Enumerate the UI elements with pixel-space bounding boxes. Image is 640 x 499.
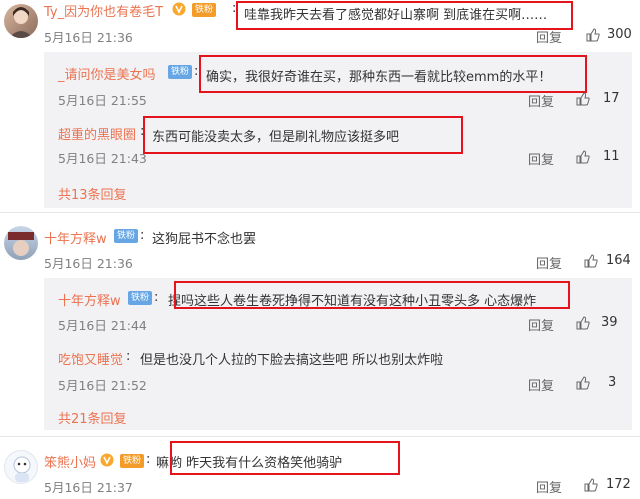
reply-button[interactable]: 回复 (528, 315, 554, 334)
view-more-replies[interactable]: 共13条回复 (58, 184, 127, 203)
reply-text: 但是也没几个人拉的下脸去搞这些吧 所以也别太炸啦 (140, 353, 444, 368)
reply-button[interactable]: 回复 (536, 477, 562, 496)
highlight-box (170, 441, 400, 475)
fan-badge: 铁粉 (120, 454, 145, 468)
reply-button[interactable]: 回复 (536, 253, 562, 272)
reply-button[interactable]: 回复 (528, 91, 554, 110)
comment-username[interactable]: 笨熊小妈 (44, 452, 96, 471)
reply-time: 5月16日 21:55 (58, 93, 147, 108)
reply-time: 5月16日 21:44 (58, 318, 147, 333)
colon-separator: : (146, 452, 151, 467)
reply-button[interactable]: 回复 (528, 149, 554, 168)
avatar[interactable] (4, 450, 38, 484)
like-count: 164 (606, 253, 631, 268)
reply-button[interactable]: 回复 (528, 375, 554, 394)
reply-time: 5月16日 21:43 (58, 151, 147, 166)
avatar[interactable] (4, 4, 38, 38)
highlight-box (199, 55, 587, 93)
like-count: 172 (606, 477, 631, 492)
colon-separator: : (154, 290, 159, 305)
reply-username[interactable]: 吃饱又睡觉 (58, 349, 123, 368)
colon-separator: : (126, 349, 131, 364)
highlight-box (236, 1, 573, 30)
reply-username[interactable]: 超重的黑眼圈 (58, 124, 136, 143)
comment-username[interactable]: 十年方释w (44, 228, 107, 247)
like-count: 300 (607, 27, 632, 42)
comment-time: 5月16日 21:36 (44, 256, 133, 271)
comment-time: 5月16日 21:37 (44, 480, 133, 495)
comment-username[interactable]: Ty_因为你也有卷毛T (44, 1, 163, 20)
thumbs-up-icon[interactable] (584, 254, 598, 268)
colon-separator: : (194, 64, 199, 79)
fan-badge: 铁粉 (114, 229, 139, 243)
fan-badge: 铁粉 (128, 291, 153, 305)
like-count: 3 (608, 375, 617, 390)
thumbs-up-icon[interactable] (576, 316, 590, 330)
view-more-replies[interactable]: 共21条回复 (58, 408, 127, 427)
thumbs-up-icon[interactable] (576, 92, 590, 106)
reply-button[interactable]: 回复 (536, 27, 562, 46)
like-count: 17 (603, 91, 620, 106)
divider (0, 212, 640, 213)
divider (0, 436, 640, 437)
like-count: 11 (603, 149, 620, 164)
fan-badge: 铁粉 (168, 65, 193, 79)
highlight-box (143, 116, 463, 154)
thumbs-up-icon[interactable] (586, 28, 600, 42)
fan-badge: 铁粉 (192, 3, 217, 17)
thumbs-up-icon[interactable] (584, 478, 598, 492)
v-badge-icon (172, 2, 186, 20)
reply-time: 5月16日 21:52 (58, 378, 147, 393)
avatar[interactable] (4, 226, 38, 260)
colon-separator: : (140, 228, 145, 243)
highlight-box (174, 281, 570, 309)
reply-username[interactable]: 十年方释w (58, 290, 121, 309)
v-badge-icon (100, 453, 114, 471)
comment-time: 5月16日 21:36 (44, 30, 133, 45)
thumbs-up-icon[interactable] (576, 150, 590, 164)
like-count: 39 (601, 315, 618, 330)
reply-username[interactable]: _请问你是美女吗 (58, 64, 156, 83)
thumbs-up-icon[interactable] (576, 376, 590, 390)
comment-text: 这狗屁书不念也罢 (152, 232, 257, 247)
